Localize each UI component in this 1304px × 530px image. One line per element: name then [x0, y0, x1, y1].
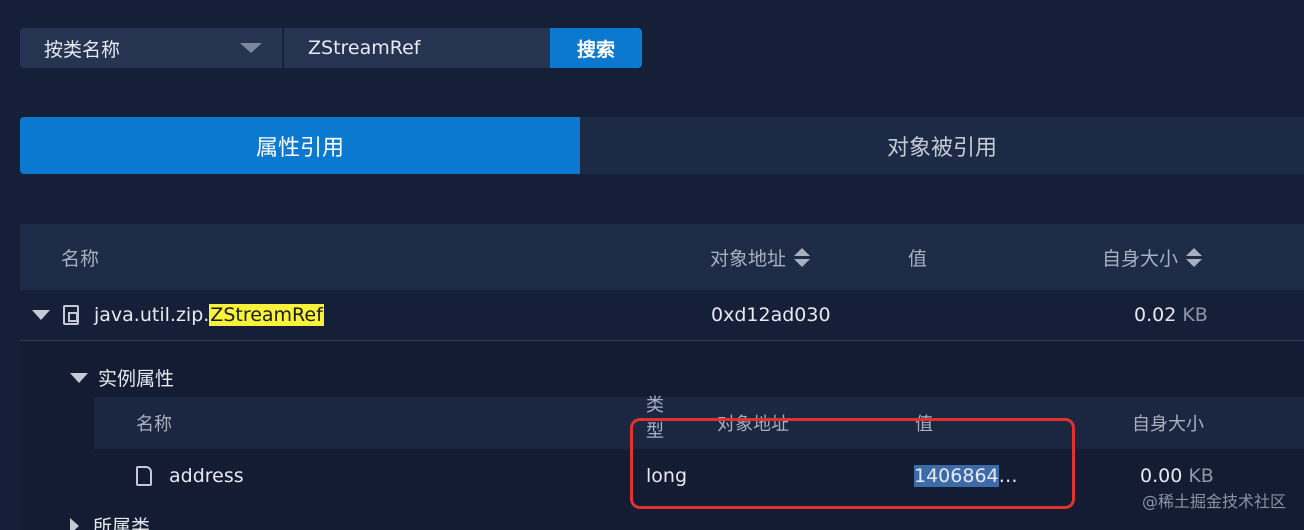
table-row[interactable]: address long 1406864… 0.00 KB	[94, 450, 1304, 502]
subheader-type: 类型	[646, 395, 664, 442]
search-highlight: ZStreamRef	[209, 304, 324, 326]
table-row[interactable]: java.util.zip. ZStreamRef 0xd12ad030 0.02…	[20, 290, 1304, 341]
row-name: java.util.zip. ZStreamRef	[94, 290, 324, 340]
table-header: 名称 对象地址 值 自身大小	[20, 224, 1304, 290]
object-icon	[63, 290, 79, 340]
instance-section-toggle[interactable]: 实例属性	[70, 364, 174, 391]
header-size-label: 自身大小	[1102, 247, 1179, 270]
size-value: 0.00	[1140, 465, 1183, 487]
search-bar: 按类名称 搜索	[20, 28, 642, 68]
tab-bar: 属性引用 对象被引用	[20, 117, 1304, 174]
tab-attribute-references[interactable]: 属性引用	[20, 117, 580, 174]
chevron-down-icon	[240, 43, 262, 53]
header-value: 值	[908, 247, 928, 270]
watermark: @稀土掘金技术社区	[1141, 492, 1286, 511]
caret-down-icon	[32, 310, 50, 320]
header-name: 名称	[61, 247, 100, 270]
subheader-value: 值	[915, 414, 933, 435]
size-unit: KB	[1188, 465, 1214, 487]
search-input[interactable]	[284, 28, 550, 68]
field-type: long	[646, 465, 688, 487]
instance-section-title: 实例属性	[98, 368, 175, 390]
instance-properties-section: 实例属性 名称 类型 对象地址 值 自身大小 address long 1406…	[20, 342, 1304, 530]
subheader-address: 对象地址	[717, 414, 789, 435]
object-table: 名称 对象地址 值 自身大小 java.util.zip. ZStreamRef …	[20, 224, 1304, 530]
field-value-selected: 1406864	[914, 465, 999, 487]
search-type-label: 按类名称	[44, 38, 121, 61]
sub-table-header: 名称 类型 对象地址 值 自身大小	[94, 395, 1304, 449]
tab-referenced-by[interactable]: 对象被引用	[580, 117, 1304, 174]
row-size: 0.02 KB	[1134, 290, 1208, 340]
sort-icon[interactable]	[1186, 247, 1203, 267]
size-value: 0.02	[1134, 304, 1177, 326]
file-icon	[136, 466, 152, 486]
field-value[interactable]: 1406864…	[914, 450, 1018, 502]
header-address-label: 对象地址	[710, 247, 787, 270]
sort-icon[interactable]	[794, 247, 811, 267]
expand-toggle[interactable]	[32, 290, 50, 340]
truncation-ellipsis: …	[998, 465, 1018, 487]
row-address: 0xd12ad030	[711, 304, 831, 326]
object-file-icon	[63, 305, 79, 325]
subheader-name: 名称	[136, 414, 172, 435]
header-address[interactable]: 对象地址	[710, 224, 811, 290]
parent-class-toggle[interactable]: 所属类	[70, 512, 150, 530]
header-size[interactable]: 自身大小	[1102, 224, 1203, 290]
caret-right-icon	[70, 517, 79, 530]
search-button[interactable]: 搜索	[550, 28, 642, 68]
field-icon	[136, 450, 152, 502]
size-unit: KB	[1182, 304, 1208, 326]
parent-section-title: 所属类	[93, 516, 151, 530]
subheader-size: 自身大小	[1132, 414, 1204, 435]
class-package: java.util.zip.	[94, 304, 210, 326]
caret-down-icon	[70, 372, 88, 383]
search-type-select[interactable]: 按类名称	[20, 28, 282, 68]
field-name: address	[169, 465, 244, 487]
